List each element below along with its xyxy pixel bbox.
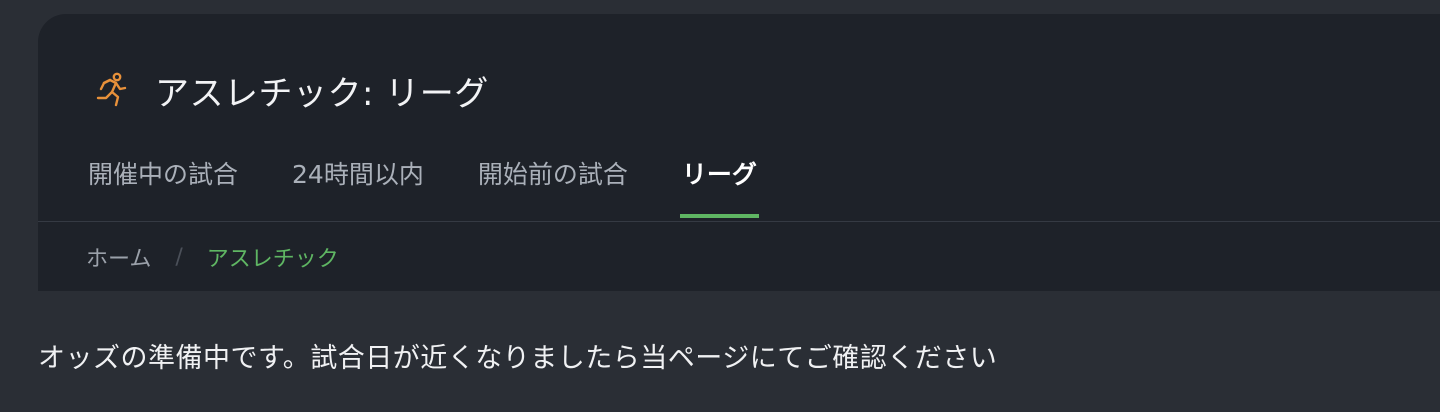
league-header-card: アスレチック: リーグ 開催中の試合 24時間以内 開始前の試合 リーグ ホーム… bbox=[38, 14, 1440, 291]
odds-preparing-notice: オッズの準備中です。試合日が近くなりましたら当ページにてご確認ください bbox=[38, 343, 998, 374]
tab-within-24-hours[interactable]: 24時間以内 bbox=[290, 160, 426, 218]
tab-live-matches[interactable]: 開催中の試合 bbox=[86, 160, 240, 218]
tab-bar: 開催中の試合 24時間以内 開始前の試合 リーグ bbox=[86, 160, 809, 218]
breadcrumb: ホーム / アスレチック bbox=[86, 240, 339, 274]
page-title: アスレチック: リーグ bbox=[155, 73, 489, 114]
breadcrumb-home-link[interactable]: ホーム bbox=[86, 241, 151, 273]
breadcrumb-current-link[interactable]: アスレチック bbox=[207, 241, 339, 273]
page-header: アスレチック: リーグ bbox=[90, 68, 489, 114]
tab-league[interactable]: リーグ bbox=[679, 160, 759, 218]
tab-upcoming-matches[interactable]: 開始前の試合 bbox=[476, 160, 630, 218]
running-person-icon bbox=[90, 70, 130, 110]
tab-divider bbox=[38, 221, 1440, 222]
breadcrumb-separator: / bbox=[175, 244, 183, 270]
